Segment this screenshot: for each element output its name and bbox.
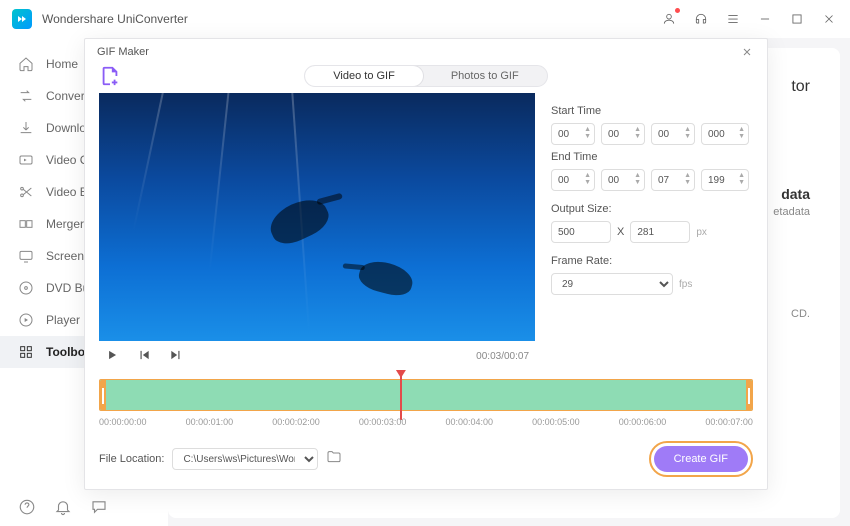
add-file-icon[interactable] xyxy=(99,65,121,87)
prev-frame-icon[interactable] xyxy=(137,348,153,364)
scissors-icon xyxy=(18,184,34,200)
trim-handle-right[interactable] xyxy=(746,380,752,410)
bell-icon[interactable] xyxy=(54,498,72,516)
frame-rate-label: Frame Rate: xyxy=(551,255,753,267)
maximize-icon[interactable] xyxy=(788,10,806,28)
end-ms-input[interactable]: ▲▼ xyxy=(701,169,749,191)
converter-icon xyxy=(18,88,34,104)
recorder-icon xyxy=(18,248,34,264)
frame-rate-select[interactable]: 29 xyxy=(551,273,673,295)
end-hours-input[interactable]: ▲▼ xyxy=(551,169,595,191)
timeline-track[interactable] xyxy=(99,379,753,411)
home-icon xyxy=(18,56,34,72)
minimize-icon[interactable] xyxy=(756,10,774,28)
file-location-select[interactable]: C:\Users\ws\Pictures\Wonders xyxy=(172,448,318,470)
modal-title: GIF Maker xyxy=(97,46,149,58)
timecode: 00:03/00:07 xyxy=(476,351,529,362)
trim-handle-left[interactable] xyxy=(100,380,106,410)
account-icon[interactable] xyxy=(660,10,678,28)
video-preview[interactable] xyxy=(99,93,535,341)
output-width-input[interactable] xyxy=(551,221,611,243)
create-gif-button[interactable]: Create GIF xyxy=(654,446,748,472)
start-minutes-input[interactable]: ▲▼ xyxy=(601,123,645,145)
close-window-icon[interactable] xyxy=(820,10,838,28)
output-height-input[interactable] xyxy=(630,221,690,243)
play-icon xyxy=(18,312,34,328)
sidebar-item-label: Home xyxy=(46,57,78,71)
feedback-icon[interactable] xyxy=(90,498,108,516)
start-hours-input[interactable]: ▲▼ xyxy=(551,123,595,145)
app-logo xyxy=(12,9,32,29)
timeline-ticks: 00:00:00:00 00:00:01:00 00:00:02:00 00:0… xyxy=(99,417,753,427)
end-seconds-input[interactable]: ▲▼ xyxy=(651,169,695,191)
titlebar: Wondershare UniConverter xyxy=(0,0,850,38)
headset-icon[interactable] xyxy=(692,10,710,28)
open-folder-icon[interactable] xyxy=(326,449,346,469)
output-size-label: Output Size: xyxy=(551,203,753,215)
tab-switch: Video to GIF Photos to GIF xyxy=(304,65,547,87)
playhead[interactable] xyxy=(400,372,402,420)
help-icon[interactable] xyxy=(18,498,36,516)
create-gif-highlight: Create GIF xyxy=(649,441,753,477)
file-location-label: File Location: xyxy=(99,453,164,465)
tab-video-to-gif[interactable]: Video to GIF xyxy=(305,66,423,86)
tab-photos-to-gif[interactable]: Photos to GIF xyxy=(423,66,547,86)
start-time-label: Start Time xyxy=(551,105,753,117)
disc-icon xyxy=(18,280,34,296)
gif-maker-modal: GIF Maker Video to GIF Photos to GIF 00:… xyxy=(84,38,768,490)
fps-unit: fps xyxy=(679,279,692,290)
menu-icon[interactable] xyxy=(724,10,742,28)
px-unit: px xyxy=(696,227,707,238)
sidebar-item-label: Merger xyxy=(46,217,84,231)
compressor-icon xyxy=(18,152,34,168)
download-icon xyxy=(18,120,34,136)
app-title: Wondershare UniConverter xyxy=(42,12,188,26)
start-seconds-input[interactable]: ▲▼ xyxy=(651,123,695,145)
sidebar-item-label: Player xyxy=(46,313,80,327)
grid-icon xyxy=(18,344,34,360)
end-time-label: End Time xyxy=(551,151,753,163)
next-frame-icon[interactable] xyxy=(169,348,185,364)
end-minutes-input[interactable]: ▲▼ xyxy=(601,169,645,191)
close-icon[interactable] xyxy=(739,44,755,60)
merger-icon xyxy=(18,216,34,232)
start-ms-input[interactable]: ▲▼ xyxy=(701,123,749,145)
play-button-icon[interactable] xyxy=(105,348,121,364)
output-sep: X xyxy=(617,226,624,238)
